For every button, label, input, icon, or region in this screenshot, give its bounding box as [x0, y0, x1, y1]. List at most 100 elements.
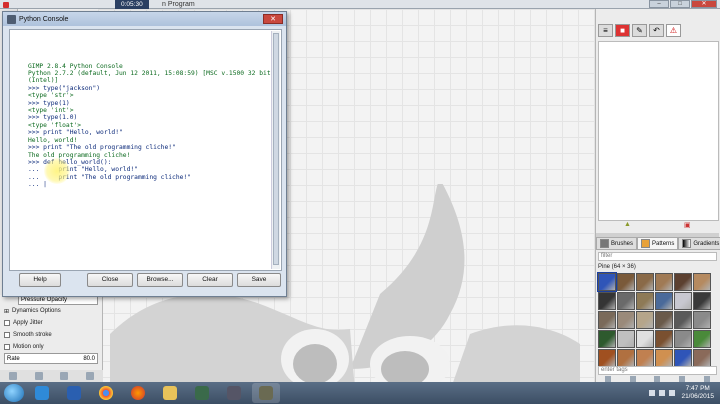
tray-arrow-icon[interactable]	[648, 389, 655, 396]
pattern-swatch[interactable]	[693, 273, 711, 291]
warning-tab-icon[interactable]: ⚠	[666, 24, 681, 37]
console-line: >>> print "The old programming cliche!"	[28, 144, 176, 152]
close-icon[interactable]: ✕	[691, 0, 717, 8]
pattern-swatch[interactable]	[655, 273, 673, 291]
console-line: Hello, world!	[28, 136, 78, 144]
pattern-swatch[interactable]	[655, 349, 673, 367]
apply-jitter-label: Apply Jitter	[13, 320, 43, 326]
taskbar-clock[interactable]: 7:47 PM 21/06/2015	[681, 385, 714, 401]
reset-options-icon[interactable]	[86, 372, 95, 380]
pattern-swatch[interactable]	[636, 349, 654, 367]
taskbar-app-gimp[interactable]	[252, 383, 280, 403]
camera-icon	[227, 386, 241, 400]
console-scrollbar[interactable]	[271, 31, 280, 269]
layers-panel[interactable]	[598, 41, 719, 221]
clear-button[interactable]: Clear	[187, 273, 233, 287]
ie-icon	[35, 386, 49, 400]
start-button-icon[interactable]	[4, 384, 24, 402]
layers-tab-icon[interactable]: ≡	[598, 24, 613, 37]
pattern-swatch[interactable]	[693, 330, 711, 348]
taskbar-app-chrome[interactable]	[92, 383, 120, 403]
console-close-icon[interactable]: ✕	[263, 14, 283, 24]
pattern-swatch[interactable]	[655, 311, 673, 329]
pattern-swatch[interactable]	[655, 330, 673, 348]
delete-options-icon[interactable]	[60, 372, 69, 380]
close-button[interactable]: Close	[87, 273, 133, 287]
channels-tab-icon[interactable]: ■	[615, 24, 630, 37]
browse-button[interactable]: Browse...	[137, 273, 183, 287]
console-output[interactable]: GIMP 2.8.4 Python Console Python 2.7.2 (d…	[9, 29, 282, 271]
pattern-swatch[interactable]	[674, 292, 692, 310]
pattern-swatch[interactable]	[617, 273, 635, 291]
delete-layer-icon[interactable]: ▣	[684, 221, 691, 229]
minimize-icon[interactable]: –	[649, 0, 669, 8]
pattern-swatch[interactable]	[598, 349, 616, 367]
help-button[interactable]: Help	[19, 273, 61, 287]
taskbar-app-grid[interactable]	[188, 383, 216, 403]
filter-input[interactable]: filter	[598, 252, 717, 261]
motion-only-label: Motion only	[13, 344, 44, 350]
record-icon[interactable]	[3, 1, 9, 8]
pattern-swatch[interactable]	[597, 272, 617, 292]
scrollbar-thumb[interactable]	[273, 33, 279, 265]
motion-only-checkbox[interactable]	[4, 344, 10, 350]
gradients-icon	[682, 239, 692, 248]
pattern-swatch[interactable]	[636, 292, 654, 310]
pattern-swatch[interactable]	[655, 292, 673, 310]
undo-tab-icon[interactable]: ↶	[649, 24, 664, 37]
pattern-swatch[interactable]	[693, 311, 711, 329]
taskbar-app-explorer[interactable]	[28, 383, 56, 403]
pattern-swatch[interactable]	[617, 292, 635, 310]
tab-patterns[interactable]: Patterns	[637, 237, 679, 250]
rate-label: Rate	[7, 355, 20, 362]
pattern-swatch[interactable]	[636, 330, 654, 348]
tray-icons[interactable]	[648, 389, 677, 398]
dynamics-selector[interactable]: Pressure Opacity	[18, 296, 98, 305]
taskbar-app-camera[interactable]	[220, 383, 248, 403]
taskbar-app-word[interactable]	[60, 383, 88, 403]
smooth-stroke-option[interactable]: Smooth stroke	[0, 329, 102, 341]
rate-slider[interactable]: Rate 80.0	[4, 353, 98, 364]
dynamics-options-expander[interactable]: ⊞ Dynamics Options	[0, 305, 102, 317]
pattern-swatch[interactable]	[617, 330, 635, 348]
recording-controls[interactable]	[0, 0, 100, 9]
tab-brushes[interactable]: Brushes	[596, 237, 638, 250]
save-options-icon[interactable]	[8, 372, 17, 380]
pattern-swatch[interactable]	[674, 311, 692, 329]
pattern-swatch[interactable]	[598, 292, 616, 310]
console-line: GIMP 2.8.4 Python Console	[28, 62, 123, 70]
taskbar-app-folder[interactable]	[156, 383, 184, 403]
volume-icon[interactable]	[669, 389, 676, 396]
pattern-swatch[interactable]	[598, 330, 616, 348]
maximize-icon[interactable]: □	[670, 0, 690, 8]
anchor-icon[interactable]: ▲	[624, 221, 631, 228]
tag-input[interactable]: enter tags	[598, 366, 717, 375]
firefox-icon	[131, 386, 145, 400]
smooth-stroke-checkbox[interactable]	[4, 332, 10, 338]
pattern-swatch[interactable]	[598, 311, 616, 329]
system-tray: 7:47 PM 21/06/2015	[648, 383, 714, 403]
layers-footer: ▲ ▣	[596, 221, 719, 232]
console-titlebar[interactable]: Python Console	[3, 12, 286, 26]
pattern-swatch[interactable]	[674, 330, 692, 348]
pattern-swatch[interactable]	[693, 349, 711, 367]
pattern-swatch[interactable]	[674, 273, 692, 291]
window-controls: – □ ✕	[649, 0, 717, 8]
save-button[interactable]: Save	[237, 273, 281, 287]
paths-tab-icon[interactable]: ✎	[632, 24, 647, 37]
taskbar-app-firefox[interactable]	[124, 383, 152, 403]
chrome-icon	[99, 386, 113, 400]
tab-gradients[interactable]: Gradients	[678, 237, 720, 250]
toolbox-bottom-bar	[0, 370, 103, 382]
pattern-swatch[interactable]	[636, 273, 654, 291]
pattern-swatch[interactable]	[674, 349, 692, 367]
network-icon[interactable]	[659, 389, 666, 396]
pattern-swatch[interactable]	[636, 311, 654, 329]
motion-only-option[interactable]: Motion only	[0, 341, 102, 353]
restore-options-icon[interactable]	[34, 372, 43, 380]
pattern-swatch[interactable]	[617, 349, 635, 367]
pattern-swatch[interactable]	[617, 311, 635, 329]
pattern-swatch[interactable]	[693, 292, 711, 310]
apply-jitter-option[interactable]: Apply Jitter	[0, 317, 102, 329]
apply-jitter-checkbox[interactable]	[4, 320, 10, 326]
